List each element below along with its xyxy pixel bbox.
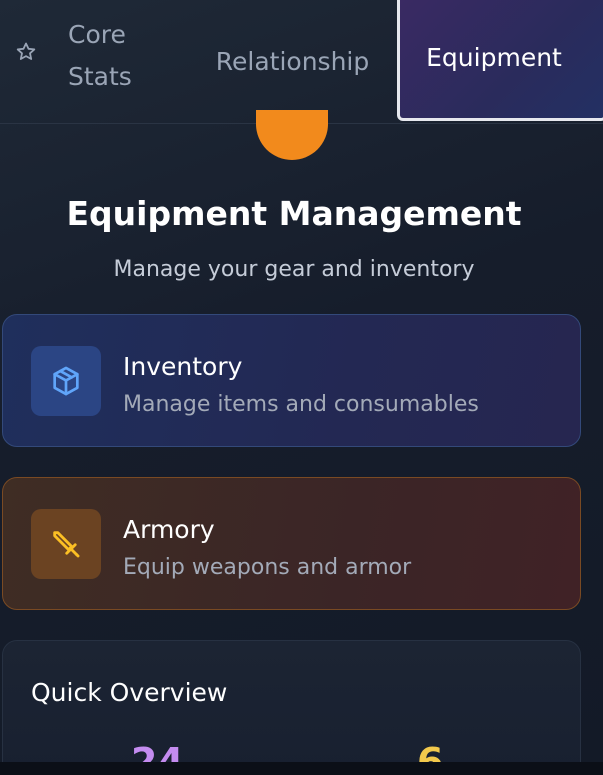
inventory-card[interactable]: Inventory Manage items and consumables: [2, 314, 581, 447]
inventory-description: Manage items and consumables: [123, 392, 479, 417]
page-subtitle: Manage your gear and inventory: [113, 257, 475, 282]
tab-equipment[interactable]: Equipment: [397, 0, 603, 121]
armory-card[interactable]: Armory Equip weapons and armor: [2, 477, 581, 610]
tab-relationship-label: Relationship: [215, 46, 370, 76]
quick-overview-title: Quick Overview: [31, 678, 228, 707]
tab-equipment-label: Equipment: [426, 43, 562, 72]
inventory-icon-box: [31, 346, 101, 416]
page-title: Equipment Management: [66, 194, 522, 233]
tab-core-stats[interactable]: Core Stats: [0, 0, 190, 123]
sword-icon: [53, 531, 80, 558]
inventory-title: Inventory: [123, 352, 243, 381]
armory-description: Equip weapons and armor: [123, 555, 412, 580]
armory-title: Armory: [123, 515, 215, 544]
tab-core-stats-label: Core Stats: [68, 20, 132, 91]
app-window: Core Stats Relationship Equipment Equipm…: [0, 0, 603, 762]
package-icon: [53, 366, 79, 396]
tab-bar: Core Stats Relationship Equipment: [0, 0, 603, 124]
overview-stat-items: 24: [131, 740, 184, 762]
tab-relationship[interactable]: Relationship: [190, 0, 395, 123]
star-icon: [16, 42, 36, 60]
armory-icon-box: [31, 509, 101, 579]
window-bottom-edge: [0, 762, 603, 775]
overview-stat-equipped: 6: [417, 740, 444, 762]
header-badge-icon: [256, 110, 328, 160]
quick-overview-panel: Quick Overview 24 6: [2, 640, 581, 762]
